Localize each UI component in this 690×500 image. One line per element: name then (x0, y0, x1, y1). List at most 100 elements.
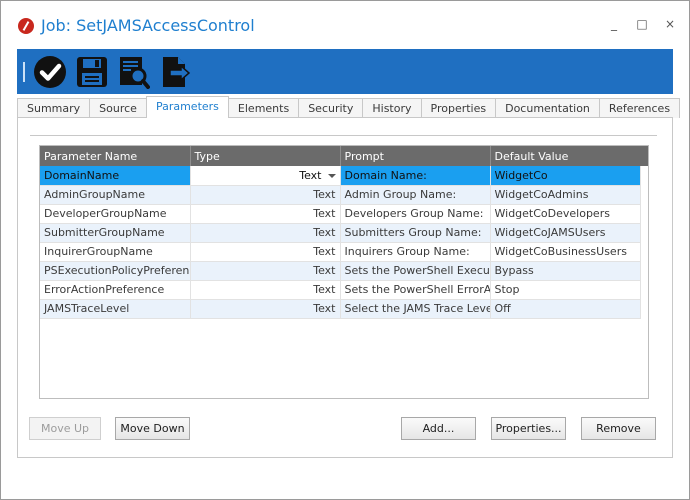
cell-parameter-name-text: InquirerGroupName (44, 245, 153, 258)
cell-parameter-name[interactable]: AdminGroupName (40, 185, 191, 205)
chevron-down-icon[interactable] (327, 173, 336, 178)
tab-strip: Summary Source Parameters Elements Security H… (17, 96, 681, 118)
cell-parameter-name[interactable]: ErrorActionPreference (40, 280, 191, 300)
column-header-default-value[interactable]: Default Value (490, 146, 641, 166)
save-button[interactable] (75, 54, 109, 90)
cell-type[interactable]: Text (190, 223, 341, 243)
minimize-button[interactable]: _ (607, 16, 621, 32)
export-icon (163, 56, 191, 87)
move-up-button[interactable]: Move Up (29, 417, 101, 440)
cell-prompt[interactable]: Admin Group Name: (340, 185, 491, 205)
column-header-prompt[interactable]: Prompt (340, 146, 491, 166)
cell-prompt-text: Sets the PowerShell ErrorA... (344, 283, 490, 296)
move-down-button[interactable]: Move Down (115, 417, 190, 440)
cell-parameter-name-text: ErrorActionPreference (44, 283, 165, 296)
cell-parameter-name-text: DeveloperGroupName (44, 207, 167, 220)
parameters-panel: Parameter Name Type Prompt Default Value… (17, 117, 673, 458)
cell-parameter-name-text: SubmitterGroupName (44, 226, 165, 239)
cell-parameter-name[interactable]: PSExecutionPolicyPreference (40, 261, 191, 281)
cell-parameter-name[interactable]: JAMSTraceLevel (40, 299, 191, 319)
cell-default-value[interactable]: WidgetCoAdmins (490, 185, 641, 205)
cell-type[interactable]: Text (190, 261, 341, 281)
cell-default-value-text: WidgetCoJAMSUsers (494, 226, 606, 239)
table-row[interactable]: DeveloperGroupName Text Developers Group N… (40, 204, 641, 224)
column-header-parameter-name[interactable]: Parameter Name (40, 146, 191, 166)
report-search-icon (120, 56, 150, 89)
tab-history[interactable]: History (362, 98, 422, 118)
cell-type[interactable]: Text (190, 299, 341, 319)
cell-prompt-text: Sets the PowerShell Execu... (344, 264, 490, 277)
cell-default-value[interactable]: WidgetCoDevelopers (490, 204, 641, 224)
properties-button[interactable]: Properties... (491, 417, 566, 440)
cell-type[interactable]: Text (190, 204, 341, 224)
check-icon (34, 55, 66, 88)
cell-prompt-text: Domain Name: (344, 168, 427, 182)
cell-type[interactable]: Text (190, 242, 341, 262)
cell-default-value-text: WidgetCoAdmins (494, 188, 589, 201)
cell-default-value[interactable]: Stop (490, 280, 641, 300)
tab-parameters[interactable]: Parameters (145, 96, 229, 118)
job-window: Job: SetJAMSAccessControl _ □ × Summary … (0, 0, 690, 500)
cell-default-value[interactable]: WidgetCoJAMSUsers (490, 223, 641, 243)
cell-default-value[interactable]: WidgetCoBusinessUsers (490, 242, 641, 262)
column-header-type[interactable]: Type (190, 146, 341, 166)
remove-button[interactable]: Remove (581, 417, 656, 440)
tab-security[interactable]: Security (298, 98, 364, 118)
add-button[interactable]: Add... (401, 417, 476, 440)
export-button[interactable] (159, 54, 193, 90)
close-button[interactable]: × (663, 16, 677, 32)
title-bar: Job: SetJAMSAccessControl _ □ × (1, 1, 689, 48)
cell-prompt[interactable]: Domain Name: (340, 166, 491, 186)
cell-prompt[interactable]: Inquirers Group Name: (340, 242, 491, 262)
cell-prompt-text: Admin Group Name: (344, 188, 457, 201)
cell-prompt[interactable]: Submitters Group Name: (340, 223, 491, 243)
cell-prompt[interactable]: Select the JAMS Trace Level: (340, 299, 491, 319)
tab-references[interactable]: References (598, 98, 681, 118)
cell-parameter-name-text: DomainName (44, 168, 120, 182)
cell-type-text: Text (313, 188, 336, 201)
cell-parameter-name[interactable]: DomainName (40, 166, 191, 186)
toolbar-grip[interactable] (23, 61, 25, 82)
grid-header-corner (640, 146, 648, 166)
save-icon (77, 56, 107, 87)
cell-prompt[interactable]: Developers Group Name: (340, 204, 491, 224)
table-row[interactable]: DomainName Text Domain Name: WidgetCo (40, 166, 641, 186)
toolbar (17, 49, 673, 94)
check-button[interactable] (33, 54, 67, 90)
tab-documentation[interactable]: Documentation (495, 98, 600, 118)
tab-properties[interactable]: Properties (420, 98, 497, 118)
cell-parameter-name[interactable]: SubmitterGroupName (40, 223, 191, 243)
table-row[interactable]: JAMSTraceLevel Text Select the JAMS Trace … (40, 299, 641, 319)
cell-default-value-text: WidgetCo (494, 168, 548, 182)
cell-type-text: Text (313, 264, 336, 277)
tab-elements[interactable]: Elements (227, 98, 300, 118)
cell-type[interactable]: Text (190, 280, 341, 300)
tab-source[interactable]: Source (89, 98, 147, 118)
cell-prompt-text: Developers Group Name: (344, 207, 484, 220)
cell-prompt-text: Select the JAMS Trace Level: (344, 302, 490, 315)
table-row[interactable]: ErrorActionPreference Text Sets the PowerS… (40, 280, 641, 300)
cell-prompt[interactable]: Sets the PowerShell ErrorA... (340, 280, 491, 300)
cell-default-value[interactable]: Off (490, 299, 641, 319)
cell-type-text: Text (313, 207, 336, 220)
cell-prompt[interactable]: Sets the PowerShell Execu... (340, 261, 491, 281)
jams-logo-icon (18, 18, 34, 34)
cell-default-value[interactable]: Bypass (490, 261, 641, 281)
maximize-button[interactable]: □ (635, 16, 649, 32)
table-row[interactable]: SubmitterGroupName Text Submitters Group N… (40, 223, 641, 243)
cell-parameter-name[interactable]: InquirerGroupName (40, 242, 191, 262)
cell-default-value-text: WidgetCoBusinessUsers (494, 245, 627, 258)
cell-parameter-name[interactable]: DeveloperGroupName (40, 204, 191, 224)
cell-parameter-name-text: PSExecutionPolicyPreference (44, 264, 190, 277)
cell-type[interactable]: Text (190, 185, 341, 205)
report-search-button[interactable] (117, 54, 151, 90)
table-row[interactable]: AdminGroupName Text Admin Group Name: Widge… (40, 185, 641, 205)
cell-default-value[interactable]: WidgetCo (490, 166, 641, 186)
table-row[interactable]: PSExecutionPolicyPreference Text Sets the … (40, 261, 641, 281)
parameters-grid[interactable]: Parameter Name Type Prompt Default Value… (39, 145, 649, 399)
cell-type-text: Text (313, 226, 336, 239)
table-row[interactable]: InquirerGroupName Text Inquirers Group Nam… (40, 242, 641, 262)
tab-summary[interactable]: Summary (17, 98, 91, 118)
cell-type-text: Text (299, 168, 322, 182)
cell-type[interactable]: Text (190, 166, 341, 186)
